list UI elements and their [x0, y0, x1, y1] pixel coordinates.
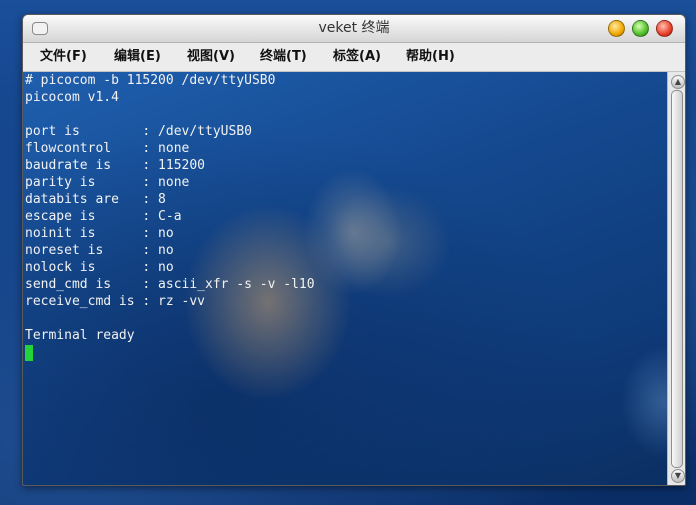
terminal-text: # picocom -b 115200 /dev/ttyUSB0 picocom … [25, 72, 315, 344]
scroll-up-arrow-icon[interactable]: ▲ [671, 75, 685, 89]
title-bar[interactable]: veket 终端 [23, 15, 685, 43]
terminal-line: port is : /dev/ttyUSB0 [25, 124, 252, 139]
terminal-line: Terminal ready [25, 328, 135, 343]
terminal-line: baudrate is : 115200 [25, 158, 206, 173]
scrollbar-thumb[interactable] [671, 90, 683, 468]
maximize-button[interactable] [632, 20, 649, 37]
terminal-line: picocom v1.4 [25, 90, 119, 105]
terminal-line: flowcontrol : none [25, 141, 190, 156]
terminal-line: noreset is : no [25, 243, 174, 258]
terminal-output-area[interactable]: # picocom -b 115200 /dev/ttyUSB0 picocom … [23, 72, 667, 485]
terminal-line: noinit is : no [25, 226, 174, 241]
terminal-line: receive_cmd is : rz -vv [25, 294, 206, 309]
terminal-line: send_cmd is : ascii_xfr -s -v -l10 [25, 277, 315, 292]
terminal-line: parity is : none [25, 175, 190, 190]
terminal-line: # picocom -b 115200 /dev/ttyUSB0 [25, 73, 276, 88]
menu-view[interactable]: 视图(V) [187, 43, 235, 71]
terminal-cursor [25, 345, 33, 361]
scroll-down-arrow-icon[interactable]: ▼ [671, 469, 685, 483]
minimize-button[interactable] [608, 20, 625, 37]
menu-help[interactable]: 帮助(H) [406, 43, 455, 71]
terminal-line: nolock is : no [25, 260, 174, 275]
menu-bar: 文件(F) 编辑(E) 视图(V) 终端(T) 标签(A) 帮助(H) [23, 43, 685, 72]
terminal-line: databits are : 8 [25, 192, 166, 207]
menu-terminal[interactable]: 终端(T) [260, 43, 307, 71]
menu-file[interactable]: 文件(F) [40, 43, 87, 71]
close-button[interactable] [656, 20, 673, 37]
window-title: veket 终端 [318, 20, 390, 36]
menu-edit[interactable]: 编辑(E) [114, 43, 161, 71]
terminal-window: veket 终端 文件(F) 编辑(E) 视图(V) 终端(T) 标签(A) 帮… [22, 14, 686, 486]
menu-tabs[interactable]: 标签(A) [333, 43, 381, 71]
vertical-scrollbar[interactable]: ▲ ▼ [667, 72, 685, 485]
terminal-line: escape is : C-a [25, 209, 182, 224]
